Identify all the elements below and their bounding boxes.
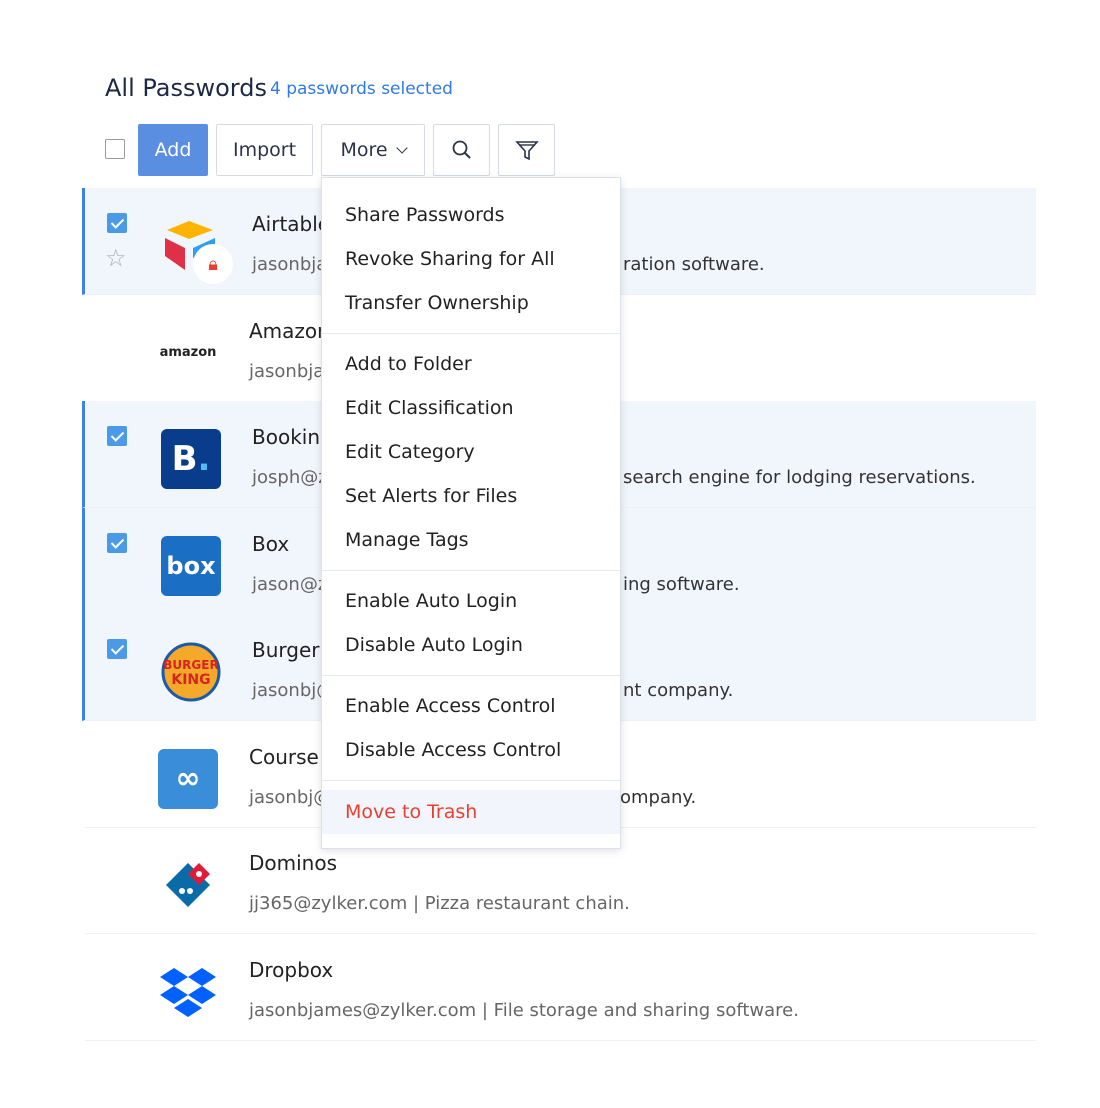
app-logo: BURGER KING xyxy=(161,642,221,702)
app-logo: box xyxy=(161,535,221,596)
menu-divider xyxy=(322,570,620,571)
password-row[interactable]: Dropbox jasonbjames@zylker.com | File sto… xyxy=(85,934,1036,1041)
svg-text:BURGER: BURGER xyxy=(163,658,218,672)
row-checkbox[interactable] xyxy=(107,213,127,233)
row-name[interactable]: Box xyxy=(252,532,289,556)
app-logo xyxy=(158,962,218,1022)
row-name[interactable]: Burger xyxy=(252,638,320,662)
search-button[interactable] xyxy=(433,124,490,176)
selection-count: 4 passwords selected xyxy=(270,79,453,99)
menu-disable-access-control[interactable]: Disable Access Control xyxy=(322,730,620,770)
add-button[interactable]: Add xyxy=(138,124,208,176)
more-dropdown-menu: Share Passwords Revoke Sharing for All T… xyxy=(321,177,621,849)
row-name[interactable]: Dropbox xyxy=(249,958,333,982)
page-title: All Passwords xyxy=(105,74,267,102)
row-username: jj365@zylker.com | Pizza restaurant chai… xyxy=(249,893,630,914)
row-description: ration software. xyxy=(623,254,765,275)
chevron-down-icon xyxy=(395,142,408,154)
row-checkbox[interactable] xyxy=(107,639,127,659)
row-description: nt company. xyxy=(623,680,734,701)
menu-move-to-trash[interactable]: Move to Trash xyxy=(322,790,620,834)
app-logo xyxy=(158,855,218,915)
row-username: josph@z xyxy=(252,467,328,488)
menu-disable-auto-login[interactable]: Disable Auto Login xyxy=(322,625,620,665)
filter-icon xyxy=(514,141,539,161)
row-name[interactable]: Course xyxy=(249,745,319,769)
filter-button[interactable] xyxy=(498,124,555,176)
menu-enable-access-control[interactable]: Enable Access Control xyxy=(322,686,620,726)
row-description: ompany. xyxy=(620,786,697,808)
row-username: jasonbja xyxy=(252,254,328,275)
row-username: jason@z xyxy=(252,573,328,595)
menu-revoke-sharing[interactable]: Revoke Sharing for All xyxy=(322,239,620,279)
row-name[interactable]: Amazon xyxy=(249,319,330,343)
menu-enable-auto-login[interactable]: Enable Auto Login xyxy=(322,581,620,621)
more-button[interactable]: More xyxy=(321,124,425,176)
menu-add-to-folder[interactable]: Add to Folder xyxy=(322,344,620,384)
search-icon xyxy=(452,140,471,159)
select-all-checkbox[interactable] xyxy=(105,139,125,159)
menu-divider xyxy=(322,333,620,334)
menu-divider xyxy=(322,780,620,781)
menu-manage-tags[interactable]: Manage Tags xyxy=(322,520,620,560)
app-logo: amazon xyxy=(159,345,217,360)
star-icon[interactable]: ☆ xyxy=(105,244,127,272)
app-logo: B. xyxy=(161,429,221,489)
menu-edit-classification[interactable]: Edit Classification xyxy=(322,388,620,428)
row-username: jasonbj@ xyxy=(249,786,332,808)
row-checkbox[interactable] xyxy=(107,532,127,553)
row-description: search engine for lodging reservations. xyxy=(623,467,976,488)
row-checkbox[interactable] xyxy=(107,426,127,446)
more-label: More xyxy=(340,139,388,161)
menu-divider xyxy=(322,675,620,676)
row-username: jasonbjames@zylker.com | File storage an… xyxy=(249,999,799,1021)
svg-text:KING: KING xyxy=(171,672,210,688)
menu-share-passwords[interactable]: Share Passwords xyxy=(322,195,620,235)
row-name[interactable]: Dominos xyxy=(249,851,337,875)
menu-set-alerts[interactable]: Set Alerts for Files xyxy=(322,476,620,516)
row-name[interactable]: Airtable xyxy=(252,212,330,236)
app-logo: ∞ xyxy=(158,748,218,809)
import-button[interactable]: Import xyxy=(216,124,313,176)
menu-edit-category[interactable]: Edit Category xyxy=(322,432,620,472)
row-username: jasonbja xyxy=(249,360,325,382)
menu-transfer-ownership[interactable]: Transfer Ownership xyxy=(322,283,620,323)
row-description: ing software. xyxy=(623,573,740,595)
lock-icon: 🔒︎ xyxy=(193,244,233,284)
